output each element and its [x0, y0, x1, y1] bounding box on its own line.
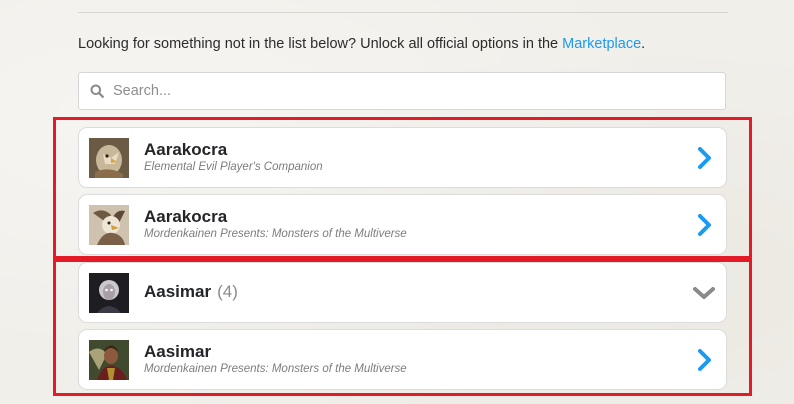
marketplace-link[interactable]: Marketplace	[562, 36, 641, 52]
highlight-box-aarakocra	[53, 117, 752, 259]
marketplace-notice: Looking for something not in the list be…	[78, 36, 645, 52]
search-input[interactable]	[113, 73, 713, 109]
marketplace-notice-text: Looking for something not in the list be…	[78, 36, 563, 52]
race-selection-page: Looking for something not in the list be…	[0, 0, 794, 404]
highlight-box-aasimar	[53, 259, 752, 396]
search-box[interactable]	[78, 72, 726, 110]
top-divider	[78, 12, 728, 13]
search-icon	[90, 84, 104, 98]
marketplace-notice-suffix: .	[641, 36, 646, 52]
